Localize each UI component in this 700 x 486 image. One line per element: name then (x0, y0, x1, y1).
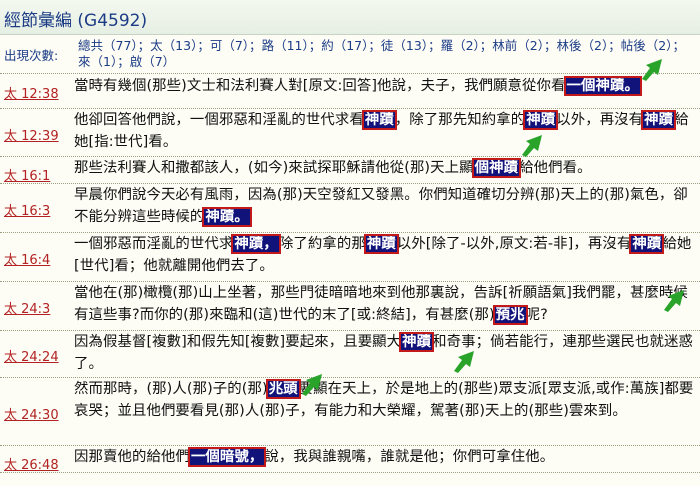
verse-text-segment: 那些法利賽人和撒都該人，(如今)來試探耶穌請他從(那)天上顯 (74, 160, 474, 176)
highlighted-term: 一個神蹟。 (563, 76, 642, 96)
occurrence-separator: ； (197, 38, 210, 53)
occurrence-item[interactable]: 總共（77） (78, 38, 138, 53)
occurrence-item[interactable]: 約（17） (321, 38, 368, 53)
highlighted-term: 神蹟。 (202, 207, 252, 227)
occurrence-separator: ； (137, 38, 151, 53)
page-title: 經節彙編 (G4592) (4, 11, 148, 31)
occurrence-item[interactable]: 林前（2） (492, 38, 544, 53)
verse-ref-link[interactable]: 太 24:24 (4, 346, 59, 365)
verse-ref-link[interactable]: 太 12:38 (4, 83, 59, 102)
occurrence-item[interactable]: 羅（2） (441, 38, 480, 53)
verse-text-segment: 然而那時，(那)人(那)子的(那) (74, 381, 268, 397)
verse-text: 那些法利賽人和撒都該人，(如今)來試探耶穌請他從(那)天上顯個神蹟給他們看。 (74, 157, 694, 179)
verse-text: 然而那時，(那)人(那)子的(那)兆頭要顯在天上，於是地上的(那些)眾支派[眾支… (74, 378, 694, 422)
highlighted-term: 神蹟 (523, 110, 559, 130)
occurrence-item[interactable]: 路（11） (262, 38, 309, 53)
verse-text-segment: 說，我與誰親嘴，誰就是他；你們可拿住他。 (264, 449, 555, 465)
verse-row: 太 16:1 那些法利賽人和撒都該人，(如今)來試探耶穌請他從(那)天上顯個神蹟給… (0, 157, 700, 184)
highlighted-term: 神蹟 (641, 110, 677, 130)
verse-ref-link[interactable]: 太 26:48 (4, 454, 59, 473)
verse-text-segment: 他卻回答他們說，一個邪惡和淫亂的世代求看 (74, 112, 364, 128)
highlighted-term: 神蹟 (399, 332, 435, 352)
verse-ref-link[interactable]: 太 24:3 (4, 298, 50, 317)
occurrence-separator: ； (608, 38, 621, 53)
verse-ref-link[interactable]: 太 16:1 (4, 165, 50, 184)
highlighted-term: 神蹟 (363, 234, 399, 254)
occurrence-item[interactable]: 太（13） (150, 38, 197, 53)
highlighted-term: 個神蹟 (471, 158, 522, 178)
occurrence-separator: ； (672, 38, 685, 53)
verse-row: 太 16:4 一個邪惡而淫亂的世代求神蹟，除了約拿的那神蹟以外[除了-以外,原文:… (0, 233, 700, 282)
occurrences-row: 出現次數: 總共（77）；太（13）；可（7）；路（11）；約（17）；徒（13… (0, 35, 700, 74)
verse-text: 早晨你們說今天必有風雨，因為(那)天空發紅又發黑。你們知道確切分辨(那)天上的(… (74, 184, 694, 228)
verse-text-segment: 因那賣他的給他們 (74, 449, 190, 465)
verse-row: 太 24:24 因為假基督[複數]和假先知[複數]要起來，且要顯大神蹟和奇事；倘若… (0, 331, 700, 378)
occurrence-separator: ； (368, 38, 381, 53)
occurrence-separator: ； (544, 38, 557, 53)
highlighted-term: 兆頭 (265, 379, 301, 399)
highlighted-term: 神蹟， (231, 234, 281, 254)
highlighted-term: 預兆 (492, 305, 528, 325)
verse-text: 因為假基督[複數]和假先知[複數]要起來，且要顯大神蹟和奇事；倘若能行，連那些選… (74, 331, 694, 375)
highlighted-term: 神蹟 (629, 234, 665, 254)
verse-row: 太 24:3 當他在(那)橄欖(那)山上坐著，那些門徒暗暗地來到他那裏說，告訴[祈… (0, 282, 700, 331)
occurrence-item[interactable]: 啟（7） (130, 54, 175, 69)
occurrence-item[interactable]: 可（7） (210, 38, 249, 53)
verse-text-segment: 除了約拿的那 (278, 236, 366, 252)
occurrence-separator: ； (117, 54, 130, 69)
verse-text-segment: 當他在(那)橄欖(那)山上坐著，那些門徒暗暗地來到他那裏說，告訴[祈願語氣]我們… (74, 285, 688, 323)
title-bar: 經節彙編 (G4592) (0, 0, 700, 35)
verse-text-segment: 呢? (525, 307, 548, 323)
verse-text: 當時有幾個(那些)文士和法利賽人對[原文:回答]他說，夫子，我們願意從你看一個神… (74, 75, 694, 97)
occurrence-item[interactable]: 林後（2） (557, 38, 609, 53)
verse-text-segment: 當時有幾個(那些)文士和法利賽人對[原文:回答]他說，夫子，我們願意從你看 (74, 78, 566, 94)
occurrence-item[interactable]: 徒（13） (381, 38, 428, 53)
green-arrow-icon (454, 351, 474, 373)
verse-text-segment: 早晨你們說今天必有風雨，因為(那)天空發紅又發黑。你們知道確切分辨(那)天上的(… (74, 187, 688, 225)
verse-text-segment: 一個邪惡而淫亂的世代求 (74, 236, 234, 252)
verse-row: 太 12:39 他卻回答他們說，一個邪惡和淫亂的世代求看神蹟，除了那先知約拿的神蹟… (0, 109, 700, 157)
green-arrow-icon (642, 59, 662, 81)
verse-text-segment: 以外，再沒有 (556, 112, 644, 128)
verse-text-segment: 因為假基督[複數]和假先知[複數]要起來，且要顯大 (74, 334, 402, 350)
highlighted-term: 神蹟 (361, 110, 397, 130)
occurrence-item[interactable]: 來（1） (78, 54, 117, 69)
occurrence-separator: ； (249, 38, 262, 53)
verse-ref-link[interactable]: 太 12:39 (4, 125, 59, 144)
occurrence-separator: ； (479, 38, 493, 53)
verse-text: 一個邪惡而淫亂的世代求神蹟，除了約拿的那神蹟以外[除了-以外,原文:若-非]，再… (74, 233, 694, 277)
verse-ref-link[interactable]: 太 24:30 (4, 404, 59, 423)
verse-row: 太 16:3 早晨你們說今天必有風雨，因為(那)天空發紅又發黑。你們知道確切分辨(… (0, 184, 700, 233)
green-arrow-icon (302, 374, 322, 396)
green-arrow-icon (664, 290, 684, 312)
occurrence-separator: ； (308, 38, 322, 53)
occurrences-list: 總共（77）；太（13）；可（7）；路（11）；約（17）；徒（13）；羅（2）… (78, 38, 693, 70)
verse-text: 因那賣他的給他們一個暗號，說，我與誰親嘴，誰就是他；你們可拿住他。 (74, 446, 694, 468)
highlighted-term: 一個暗號， (187, 447, 267, 467)
verse-ref-link[interactable]: 太 16:3 (4, 200, 50, 219)
occurrence-separator: ； (428, 38, 441, 53)
verse-list: 太 12:38 當時有幾個(那些)文士和法利賽人對[原文:回答]他說，夫子，我們願… (0, 59, 700, 473)
verse-row: 太 12:38 當時有幾個(那些)文士和法利賽人對[原文:回答]他說，夫子，我們願… (0, 59, 700, 109)
verse-row: 太 24:30 然而那時，(那)人(那)子的(那)兆頭要顯在天上，於是地上的(那些… (0, 374, 700, 446)
verse-text: 當他在(那)橄欖(那)山上坐著，那些門徒暗暗地來到他那裏說，告訴[祈願語氣]我們… (74, 282, 694, 326)
verse-text-segment: ，除了那先知約拿的 (394, 112, 526, 128)
verse-text: 他卻回答他們說，一個邪惡和淫亂的世代求看神蹟，除了那先知約拿的神蹟以外，再沒有神… (74, 109, 694, 153)
occurrence-item[interactable]: 帖後（2） (621, 38, 673, 53)
verse-ref-link[interactable]: 太 16:4 (4, 249, 50, 268)
green-arrow-icon (522, 135, 542, 157)
verse-text-segment: 給他們看。 (519, 160, 592, 176)
verse-text-segment: 以外[除了-以外,原文:若-非]，再沒有 (396, 236, 632, 252)
verse-row: 太 26:48 因那賣他的給他們一個暗號，說，我與誰親嘴，誰就是他；你們可拿住他。 (0, 446, 700, 473)
occurrences-label: 出現次數: (4, 48, 59, 63)
